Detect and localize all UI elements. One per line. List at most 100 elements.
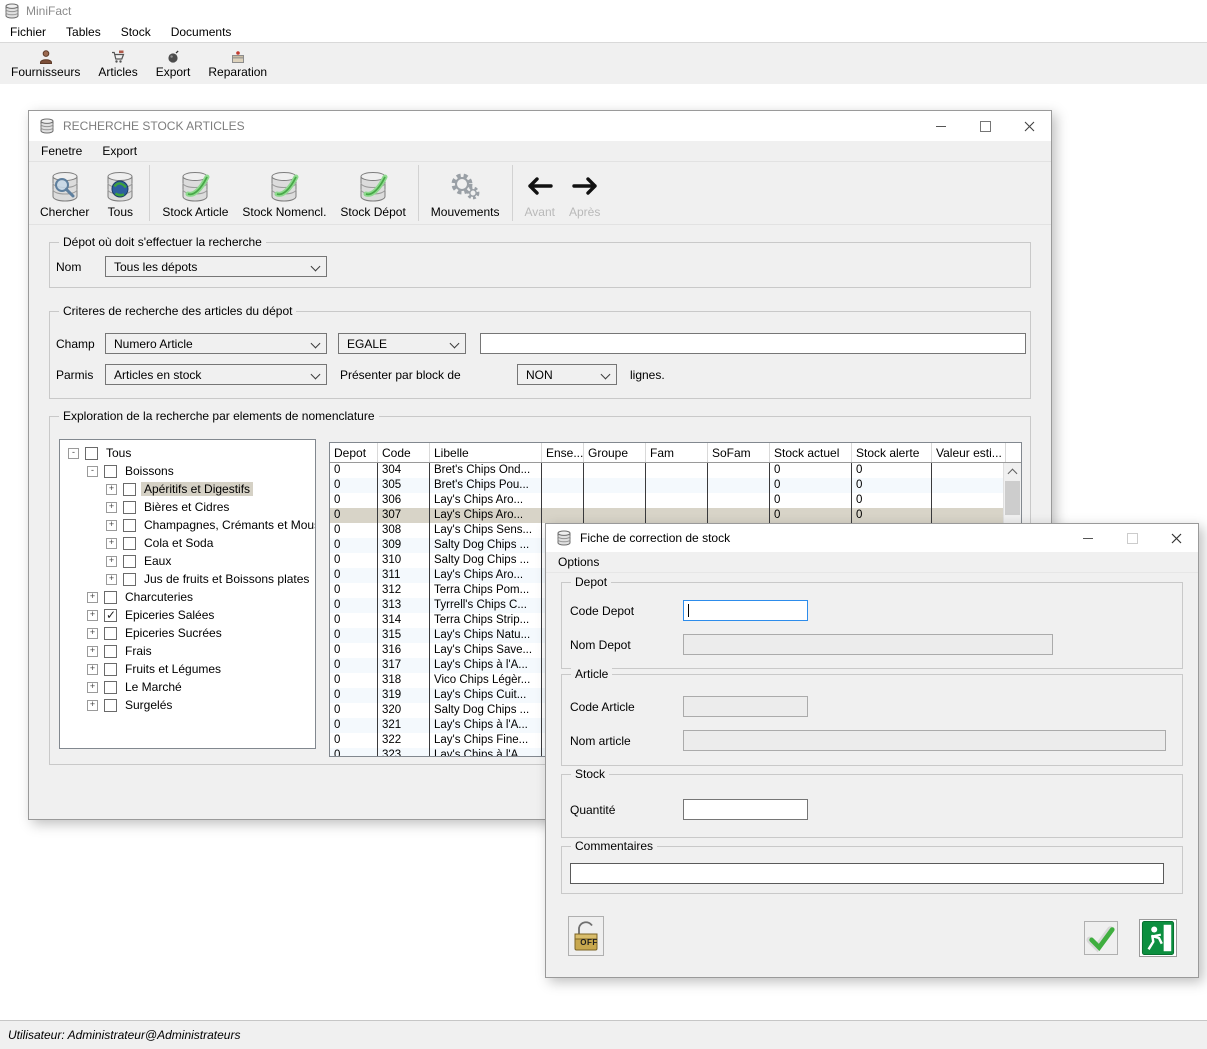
tree-expander-icon[interactable]: + [87,700,98,711]
column-header[interactable]: Ense... [542,443,584,462]
search-value-input[interactable] [480,333,1026,354]
articles-button[interactable]: Articles [89,47,146,80]
quantite-input[interactable] [683,799,808,820]
chercher-button[interactable]: Chercher [33,162,96,224]
menu-fenetre[interactable]: Fenetre [31,143,92,159]
menu-fichier[interactable]: Fichier [0,24,56,40]
column-header[interactable]: SoFam [708,443,770,462]
stock-article-button[interactable]: Stock Article [155,162,235,224]
operator-select[interactable]: EGALE [338,333,466,354]
menu-export-window[interactable]: Export [92,143,147,159]
tree-expander-icon[interactable]: - [68,448,79,459]
table-row[interactable]: 0 305 Bret's Chips Pou... 0 0 [330,478,1003,493]
column-header[interactable]: Fam [646,443,708,462]
tree-expander-icon[interactable]: + [106,574,117,585]
tree-item[interactable]: + Cola et Soda [60,534,315,552]
tree-expander-icon[interactable]: + [106,484,117,495]
tree-item[interactable]: + Eaux [60,552,315,570]
block-select[interactable]: NON [517,364,617,385]
tree-checkbox[interactable] [123,501,136,514]
code-depot-input[interactable] [683,600,808,621]
column-header[interactable]: Groupe [584,443,646,462]
apres-button[interactable]: Après [562,162,607,224]
tree-item[interactable]: + Apéritifs et Digestifs [60,480,315,498]
tree-expander-icon[interactable]: + [87,628,98,639]
close-button[interactable] [1007,111,1051,141]
maximize-button[interactable] [963,111,1007,141]
tree-checkbox[interactable] [104,627,117,640]
tree-item[interactable]: + Epiceries Salées [60,606,315,624]
column-header[interactable]: Libelle [430,443,542,462]
tree-checkbox[interactable] [104,609,117,622]
tree-checkbox[interactable] [104,465,117,478]
export-button[interactable]: Export [147,47,200,80]
table-row[interactable]: 0 307 Lay's Chips Aro... 0 0 [330,508,1003,523]
exit-button[interactable] [1139,919,1177,957]
tree-expander-icon[interactable]: + [87,610,98,621]
mouvements-button[interactable]: Mouvements [424,162,507,224]
menu-options[interactable]: Options [548,554,609,570]
champ-select[interactable]: Numero Article [105,333,327,354]
tree-item[interactable]: + Epiceries Sucrées [60,624,315,642]
tree-item[interactable]: + Frais [60,642,315,660]
fournisseurs-button[interactable]: Fournisseurs [2,47,89,80]
tree-checkbox[interactable] [104,645,117,658]
column-header[interactable]: Stock actuel [770,443,852,462]
tree-item[interactable]: + Le Marché [60,678,315,696]
validate-button[interactable] [1084,921,1118,955]
dialog-titlebar[interactable]: Fiche de correction de stock [546,524,1198,552]
scroll-up-icon[interactable] [1004,463,1021,480]
column-header[interactable]: Code [378,443,430,462]
tree-item[interactable]: + Charcuteries [60,588,315,606]
tree-checkbox[interactable] [123,519,136,532]
tree-checkbox[interactable] [123,537,136,550]
tree-checkbox[interactable] [123,573,136,586]
tree-checkbox[interactable] [104,591,117,604]
tree-expander-icon[interactable]: + [87,592,98,603]
tree-item[interactable]: + Fruits et Légumes [60,660,315,678]
menu-stock[interactable]: Stock [111,24,161,40]
scrollbar-thumb[interactable] [1005,481,1020,515]
tree-item[interactable]: - Boissons [60,462,315,480]
tree-expander-icon[interactable]: + [106,502,117,513]
tree-expander-icon[interactable]: + [106,538,117,549]
column-header[interactable]: Depot [330,443,378,462]
tree-expander-icon[interactable]: + [87,682,98,693]
tree-item[interactable]: + Surgelés [60,696,315,714]
tree-expander-icon[interactable]: - [87,466,98,477]
recherche-titlebar[interactable]: RECHERCHE STOCK ARTICLES [29,111,1051,141]
stock-depot-button[interactable]: Stock Dépot [333,162,412,224]
tous-button[interactable]: Tous [96,162,144,224]
tree-item[interactable]: + Bières et Cidres [60,498,315,516]
tree-checkbox[interactable] [123,483,136,496]
table-row[interactable]: 0 304 Bret's Chips Ond... 0 0 [330,463,1003,478]
tree-checkbox[interactable] [104,663,117,676]
avant-button[interactable]: Avant [518,162,562,224]
tree-expander-icon[interactable]: + [87,664,98,675]
dialog-minimize-button[interactable] [1066,524,1110,552]
nomenclature-tree[interactable]: - Tous - Boissons + Apéritifs et Digesti… [59,439,316,749]
tree-expander-icon[interactable]: + [87,646,98,657]
minimize-button[interactable] [919,111,963,141]
lock-toggle-button[interactable]: OFF [568,916,604,956]
parmis-select[interactable]: Articles en stock [105,364,327,385]
tree-item[interactable]: - Tous [60,444,315,462]
menu-documents[interactable]: Documents [161,24,242,40]
column-header[interactable]: Stock alerte [852,443,932,462]
tree-checkbox[interactable] [104,699,117,712]
tree-checkbox[interactable] [123,555,136,568]
tree-expander-icon[interactable]: + [106,556,117,567]
tree-checkbox[interactable] [104,681,117,694]
dialog-close-button[interactable] [1154,524,1198,552]
commentaires-input[interactable] [570,863,1164,884]
reparation-button[interactable]: Reparation [199,47,276,80]
tree-item[interactable]: + Champagnes, Crémants et Mouss... [60,516,315,534]
tree-checkbox[interactable] [85,447,98,460]
table-row[interactable]: 0 306 Lay's Chips Aro... 0 0 [330,493,1003,508]
depot-select[interactable]: Tous les dépots [105,256,327,277]
menu-tables[interactable]: Tables [56,24,111,40]
stock-nomencl-button[interactable]: Stock Nomencl. [235,162,333,224]
tree-item[interactable]: + Jus de fruits et Boissons plates [60,570,315,588]
column-header[interactable]: Valeur esti... [932,443,1006,462]
tree-expander-icon[interactable]: + [106,520,117,531]
